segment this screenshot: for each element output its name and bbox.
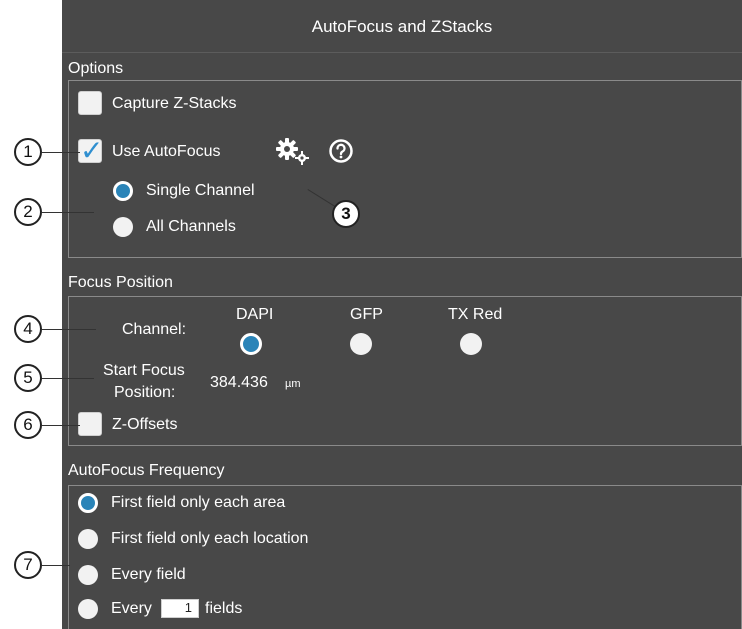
every-field-label: Every field [111,566,186,583]
every-n-prefix: Every [111,600,152,617]
gears-icon[interactable] [274,136,310,166]
callout-5-leader [42,378,94,379]
options-section-label: Options [68,60,124,77]
first-field-location-label: First field only each location [111,530,309,547]
all-channels-radio[interactable] [113,217,133,237]
start-focus-value: 384.436 [210,374,268,391]
use-autofocus-checkbox[interactable]: ✓ [78,135,103,166]
callout-2: 2 [14,198,42,226]
channel-header-txred: TX Red [448,306,503,323]
every-field-radio[interactable] [78,565,98,585]
callout-2-leader [42,212,94,213]
every-n-fields-input[interactable]: 1 [161,599,199,618]
help-icon[interactable] [328,138,354,164]
start-focus-unit: µm [285,378,301,390]
callout-5: 5 [14,364,42,392]
first-field-area-label: First field only each area [111,494,286,511]
every-n-suffix: fields [205,600,243,617]
all-channels-label: All Channels [146,218,236,235]
callout-1-leader [42,152,80,153]
callout-1: 1 [14,138,42,166]
start-focus-label-line2: Position: [114,384,176,401]
zoffsets-label: Z-Offsets [112,416,178,433]
focus-position-section-label: Focus Position [68,274,173,291]
callout-6-leader [42,425,80,426]
callout-6: 6 [14,411,42,439]
autofocus-frequency-section-label: AutoFocus Frequency [68,462,225,479]
single-channel-label: Single Channel [146,182,255,199]
channel-radio-txred[interactable] [460,333,482,355]
checkmark-icon: ✓ [80,135,104,166]
first-field-location-radio[interactable] [78,529,98,549]
callout-4-leader [42,329,96,330]
start-focus-label-line1: Start Focus [103,362,185,379]
every-n-fields-radio[interactable] [78,599,98,619]
first-field-area-radio[interactable] [78,493,98,513]
channel-label: Channel: [122,321,187,338]
channel-header-gfp: GFP [350,306,383,323]
capture-zstacks-label: Capture Z-Stacks [112,95,237,112]
callout-4: 4 [14,315,42,343]
capture-zstacks-checkbox[interactable] [78,91,102,115]
channel-header-dapi: DAPI [236,306,274,323]
zoffsets-checkbox[interactable] [78,412,102,436]
window-title: AutoFocus and ZStacks [62,0,742,53]
use-autofocus-label: Use AutoFocus [112,143,221,160]
single-channel-radio[interactable] [113,181,133,201]
callout-7: 7 [14,551,42,579]
callout-3: 3 [332,200,360,228]
channel-radio-dapi[interactable] [240,333,262,355]
callout-7-leader [42,565,70,566]
channel-radio-gfp[interactable] [350,333,372,355]
